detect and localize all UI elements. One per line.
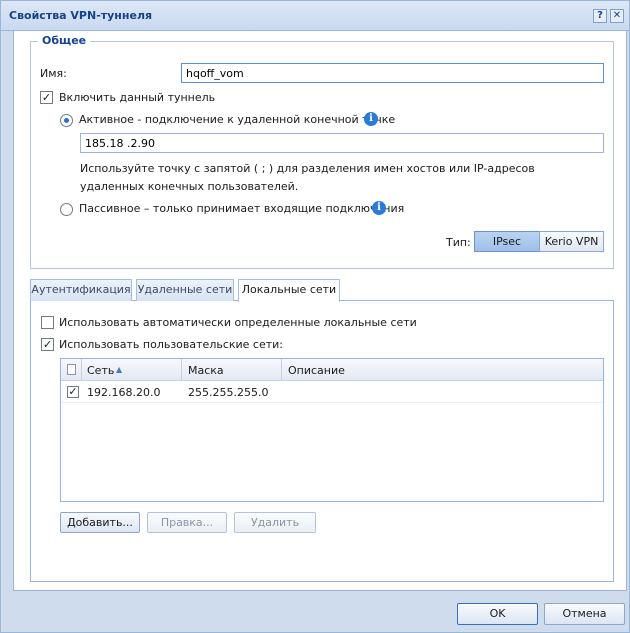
vpn-tunnel-dialog: Свойства VPN-туннеля ? ✕ Общее Имя: ✓ Вк…: [0, 0, 630, 633]
cancel-button[interactable]: Отмена: [544, 603, 625, 625]
select-all-checkbox[interactable]: [67, 364, 76, 375]
custom-networks-checkbox[interactable]: ✓: [41, 338, 54, 351]
name-label: Имя:: [40, 67, 67, 80]
sort-ascending-icon: ▲: [116, 365, 123, 374]
add-button[interactable]: Добавить...: [60, 512, 140, 533]
column-divider: [81, 359, 82, 381]
general-legend: Общее: [38, 34, 91, 47]
active-mode-label: Активное - подключение к удаленной конеч…: [79, 113, 396, 126]
row-checkbox[interactable]: ✓: [67, 386, 79, 398]
row-mask: 255.255.255.0: [188, 386, 269, 399]
active-mode-radio[interactable]: [60, 114, 73, 127]
grid-header: Сеть ▲ Маска Описание: [61, 359, 603, 381]
close-button[interactable]: ✕: [610, 9, 624, 23]
ok-button[interactable]: OK: [457, 603, 538, 625]
auto-networks-checkbox[interactable]: [41, 316, 54, 329]
host-hint-text: Используйте точку с запятой ( ; ) для ра…: [80, 162, 535, 193]
type-ipsec-toggle[interactable]: IPsec: [474, 231, 540, 252]
column-description[interactable]: Описание: [288, 364, 345, 377]
passive-mode-radio[interactable]: [60, 203, 73, 216]
title-bar[interactable]: Свойства VPN-туннеля ? ✕: [1, 1, 629, 31]
tab-authentication[interactable]: Аутентификация: [30, 279, 132, 301]
edit-button[interactable]: Правка...: [147, 512, 227, 533]
tab-strip: Аутентификация Удаленные сети Локальные …: [30, 279, 614, 302]
column-divider: [281, 359, 282, 381]
row-net: 192.168.20.0: [87, 386, 161, 399]
column-net[interactable]: Сеть: [87, 364, 114, 377]
tab-local-networks[interactable]: Локальные сети: [238, 279, 340, 302]
dialog-body: Общее Имя: ✓ Включить данный туннель Акт…: [13, 31, 627, 591]
dialog-title: Свойства VPN-туннеля: [9, 9, 153, 22]
type-kerio-toggle[interactable]: Kerio VPN: [539, 231, 604, 252]
help-button[interactable]: ?: [593, 9, 607, 23]
custom-networks-label: Использовать пользовательские сети:: [59, 338, 284, 351]
networks-grid: Сеть ▲ Маска Описание ✓ 192.168.20.0 255…: [60, 358, 604, 502]
info-icon[interactable]: i: [372, 201, 386, 215]
auto-networks-label: Использовать автоматически определенные …: [59, 316, 417, 329]
enable-tunnel-checkbox[interactable]: ✓: [40, 91, 53, 104]
delete-button[interactable]: Удалить: [234, 512, 316, 533]
type-label: Тип:: [446, 236, 471, 249]
remote-host-input[interactable]: [80, 133, 604, 153]
tab-remote-networks[interactable]: Удаленные сети: [136, 279, 234, 301]
column-divider: [181, 359, 182, 381]
passive-mode-label: Пассивное – только принимает входящие по…: [79, 202, 405, 215]
table-row[interactable]: ✓ 192.168.20.0 255.255.255.0: [61, 382, 603, 403]
enable-tunnel-label: Включить данный туннель: [59, 91, 216, 104]
column-mask[interactable]: Маска: [188, 364, 224, 377]
info-icon[interactable]: i: [364, 112, 378, 126]
tunnel-name-input[interactable]: [181, 63, 604, 83]
